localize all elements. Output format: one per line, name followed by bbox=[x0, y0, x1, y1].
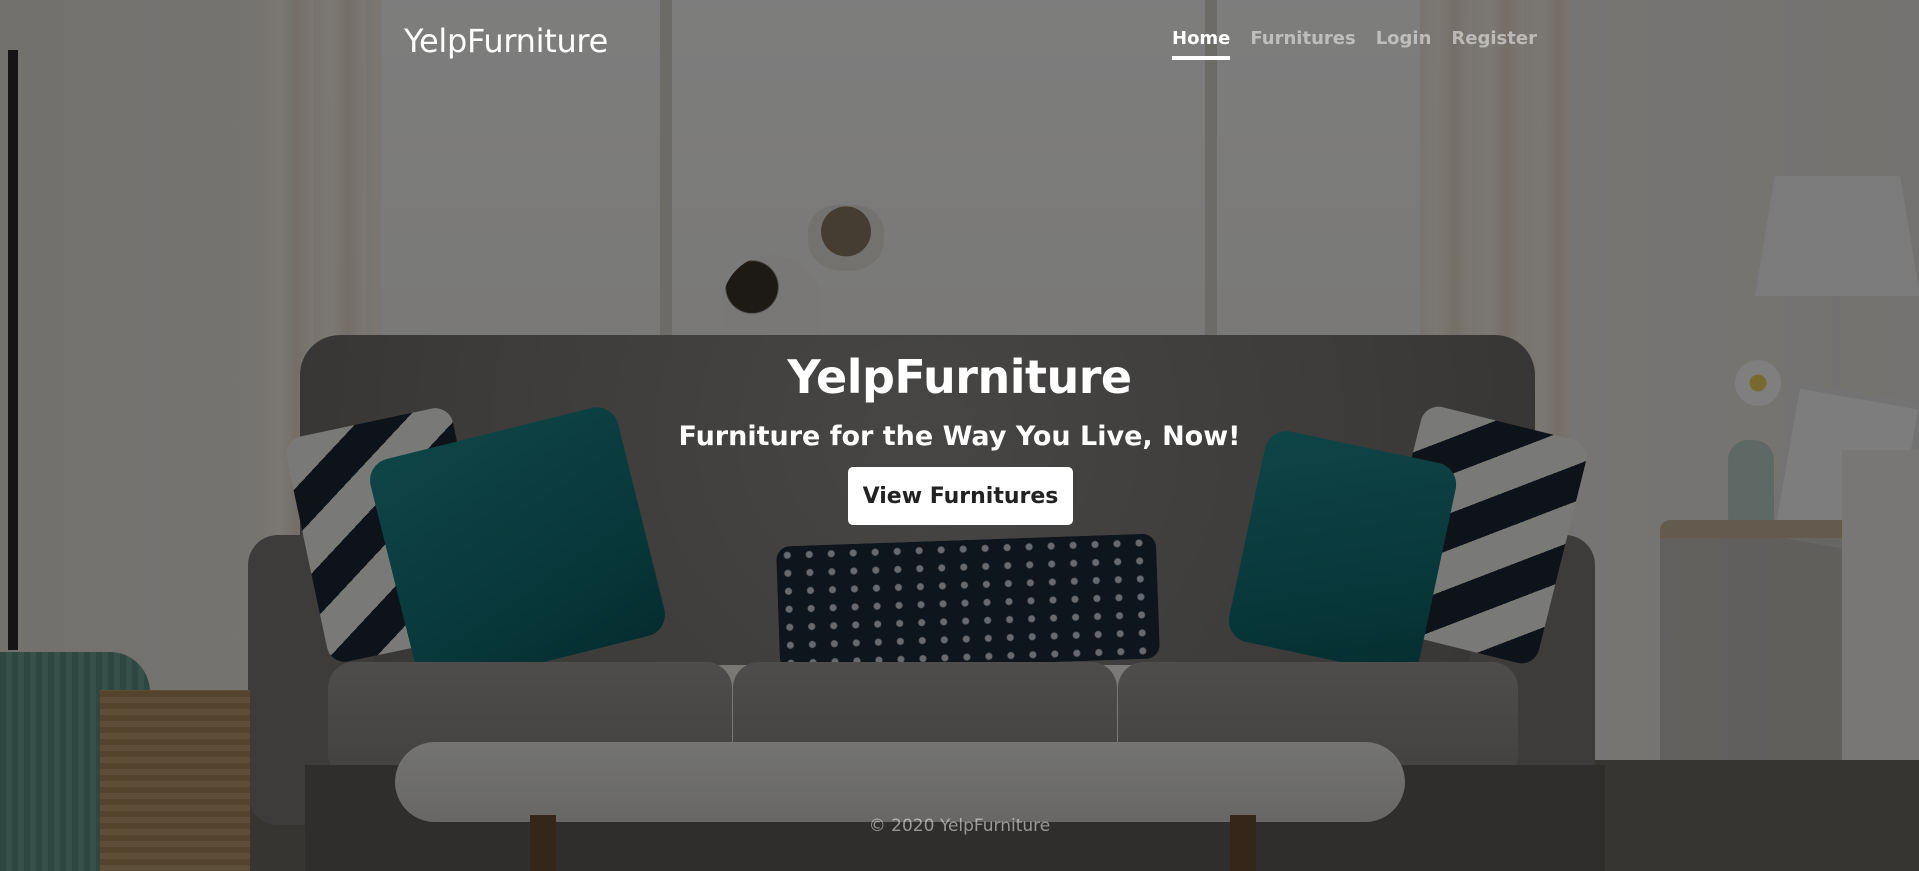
page: YelpFurniture Home Furnitures Login Regi… bbox=[0, 0, 1919, 871]
copyright-text: © 2020 YelpFurniture bbox=[868, 816, 1051, 836]
hero: YelpFurniture Furniture for the Way You … bbox=[0, 0, 1919, 871]
hero-tagline: Furniture for the Way You Live, Now! bbox=[678, 421, 1241, 452]
view-furnitures-button[interactable]: View Furnitures bbox=[848, 467, 1073, 525]
hero-title: YelpFurniture bbox=[787, 350, 1132, 404]
footer: © 2020 YelpFurniture bbox=[0, 816, 1919, 836]
